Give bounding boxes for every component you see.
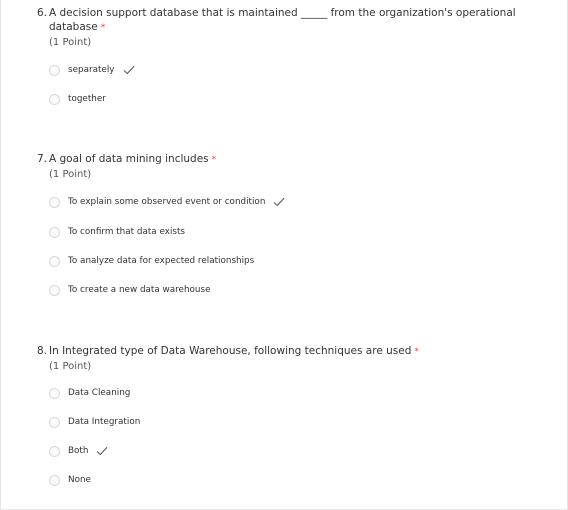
question-text: A goal of data mining includes * (1 Point…	[49, 152, 529, 182]
option-label: To create a new data warehouse	[68, 285, 211, 295]
option-label: Both	[68, 446, 89, 456]
check-icon	[123, 65, 134, 75]
radio-circle-icon[interactable]	[49, 416, 60, 428]
required-asterisk: *	[211, 155, 217, 165]
question-points: (1 Point)	[49, 169, 92, 180]
question-text-line1: In Integrated type of Data Warehouse, fo…	[49, 345, 412, 357]
option-label: To explain some observed event or condit…	[68, 197, 266, 207]
question-number: 6.	[37, 7, 48, 19]
option-analyze-data[interactable]: To analyze data for expected relationshi…	[49, 253, 254, 269]
option-create-data-warehouse[interactable]: To create a new data warehouse	[49, 282, 211, 298]
option-confirm-data-exists[interactable]: To confirm that data exists	[49, 224, 185, 240]
option-label: separately	[68, 65, 115, 75]
radio-circle-icon[interactable]	[49, 255, 60, 267]
option-explain-observed-event[interactable]: To explain some observed event or condit…	[49, 194, 285, 210]
required-asterisk: *	[100, 23, 106, 33]
option-label: Data Integration	[68, 417, 141, 427]
option-label: None	[68, 475, 91, 485]
radio-circle-icon[interactable]	[49, 93, 60, 105]
question-number: 8.	[37, 345, 48, 357]
option-label: Data Cleaning	[68, 388, 131, 398]
question-text-line1: A goal of data mining includes	[49, 153, 209, 165]
option-data-integration[interactable]: Data Integration	[49, 414, 140, 430]
option-both[interactable]: Both	[49, 443, 108, 459]
radio-circle-icon[interactable]	[49, 445, 60, 457]
radio-circle-icon[interactable]	[49, 196, 60, 208]
radio-circle-icon[interactable]	[49, 474, 60, 486]
option-label: together	[68, 94, 106, 104]
question-points: (1 Point)	[49, 361, 92, 372]
quiz-page: 6. A decision support database that is m…	[0, 0, 568, 510]
radio-circle-icon[interactable]	[49, 64, 60, 76]
question-points: (1 Point)	[49, 37, 92, 48]
question-text: A decision support database that is main…	[49, 6, 529, 50]
radio-circle-icon[interactable]	[49, 284, 60, 296]
question-text: In Integrated type of Data Warehouse, fo…	[49, 344, 529, 374]
question-number: 7.	[37, 153, 48, 165]
option-together[interactable]: together	[49, 91, 106, 107]
check-icon	[274, 197, 285, 207]
option-none[interactable]: None	[49, 472, 91, 488]
question-text-line1: A decision support database that is main…	[49, 7, 516, 19]
option-separately[interactable]: separately	[49, 62, 135, 78]
check-icon	[97, 446, 108, 456]
question-text-line2: database	[49, 21, 98, 33]
option-data-cleaning[interactable]: Data Cleaning	[49, 385, 130, 401]
option-label: To confirm that data exists	[68, 227, 186, 237]
radio-circle-icon[interactable]	[49, 387, 60, 399]
radio-circle-icon[interactable]	[49, 226, 60, 238]
option-label: To analyze data for expected relationshi…	[68, 256, 255, 266]
required-asterisk: *	[414, 347, 419, 357]
